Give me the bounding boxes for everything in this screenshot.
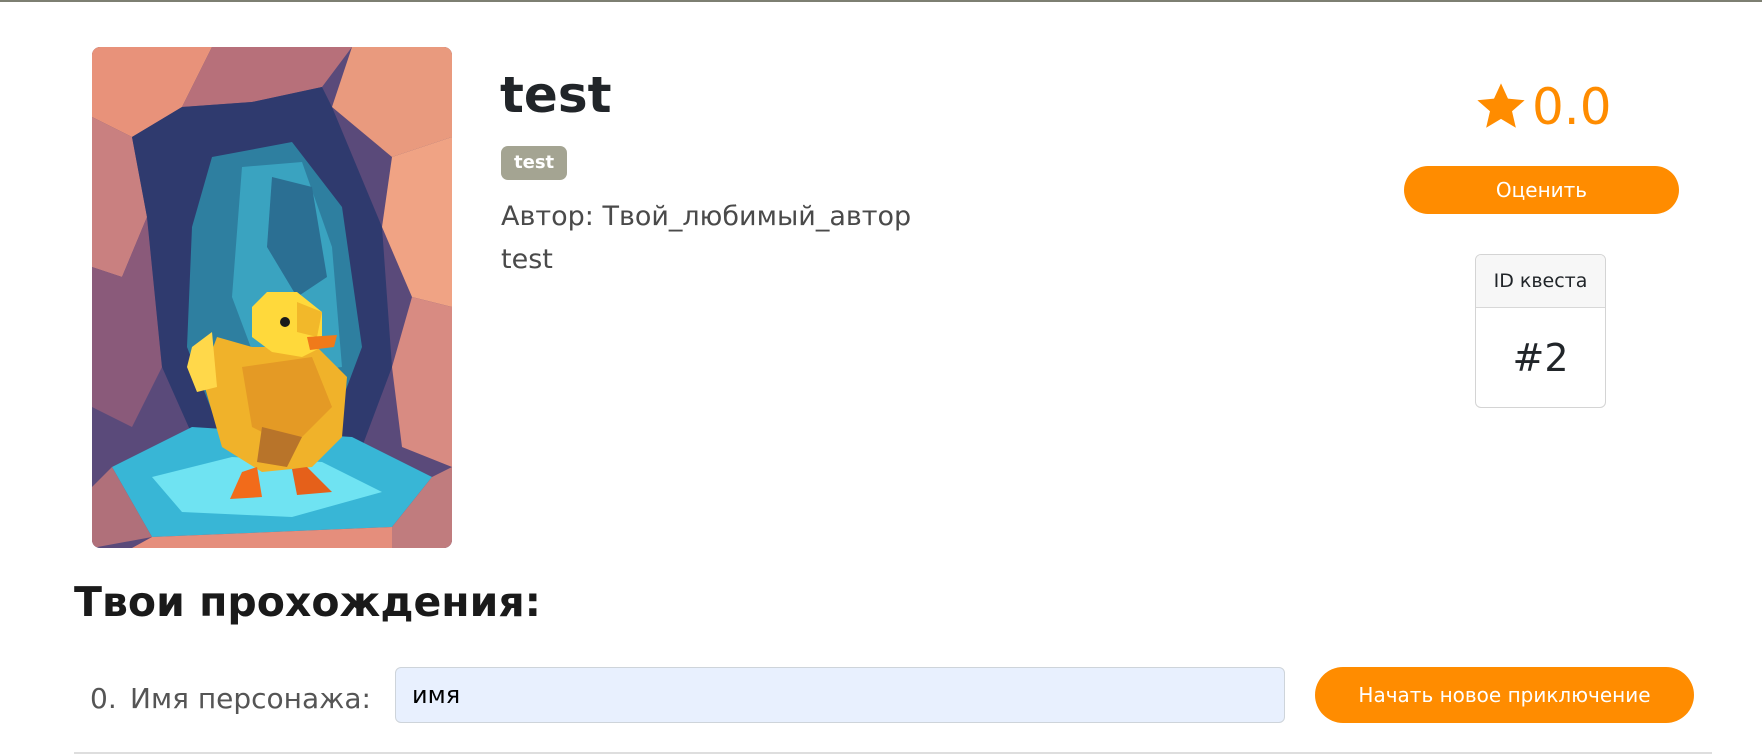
star-icon [1477, 83, 1525, 128]
quest-author: Автор: Твой_любимый_автор [501, 201, 912, 232]
rating-value: 0.0 [1532, 78, 1612, 136]
playthrough-index: 0. [90, 682, 117, 715]
playthroughs-title: Твои прохождения: [74, 578, 542, 626]
section-divider [74, 752, 1712, 754]
quest-title: test [500, 66, 612, 124]
character-name-input[interactable] [395, 667, 1285, 723]
quest-cover-image [92, 47, 452, 548]
quest-tag[interactable]: test [501, 146, 568, 180]
quest-id-value: #2 [1512, 336, 1569, 380]
rate-button[interactable]: Оценить [1404, 166, 1679, 214]
character-name-label: Имя персонажа: [130, 682, 371, 715]
top-border [0, 0, 1762, 2]
start-adventure-button[interactable]: Начать новое приключение [1315, 667, 1694, 723]
quest-id-header: ID квеста [1476, 255, 1605, 308]
rating-display: 0.0 [1474, 74, 1612, 140]
quest-description: test [501, 244, 553, 275]
quest-id-card: ID квеста #2 [1475, 254, 1606, 408]
